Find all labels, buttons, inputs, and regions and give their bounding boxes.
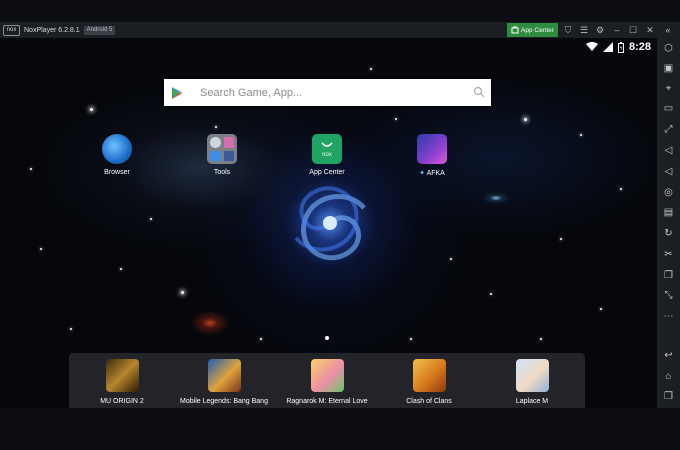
close-icon[interactable]: ✕ (643, 22, 657, 38)
camera-icon[interactable]: ◎ (662, 186, 675, 199)
app-label: App Center (309, 169, 345, 176)
volume-down-icon[interactable]: ◁ (662, 165, 675, 178)
app-center-button[interactable]: App Center (507, 23, 558, 37)
home-icon[interactable]: ⌂ (662, 370, 675, 383)
star (600, 308, 602, 310)
app-app-center[interactable]: nox App Center (297, 134, 357, 176)
menu-icon[interactable]: ☰ (577, 22, 591, 38)
app-browser[interactable]: Browser (87, 134, 147, 176)
star (90, 108, 93, 111)
resize-icon[interactable]: ⤡ (662, 289, 675, 302)
dock: MU ORIGIN 2 Mobile Legends: Bang Bang Ra… (69, 353, 585, 408)
star (395, 118, 397, 120)
android-status-bar: 8:28 (585, 40, 651, 54)
star (560, 238, 562, 240)
dock-app-ragnarok[interactable]: Ragnarok M: Eternal Love (277, 359, 377, 405)
app-label: Clash of Clans (406, 398, 452, 405)
page-background (0, 408, 680, 450)
screenshot-icon[interactable]: ▣ (662, 62, 675, 75)
app-center-label: App Center (521, 26, 554, 34)
nox-app-center-icon: nox (312, 134, 342, 164)
svg-text:nox: nox (322, 152, 332, 158)
app-tools[interactable]: Tools (192, 134, 252, 176)
nox-logo: nox (3, 24, 20, 36)
star (120, 268, 122, 270)
star (181, 291, 184, 294)
google-play-icon (172, 86, 182, 99)
star (524, 118, 527, 121)
afka-game-icon (417, 134, 447, 164)
app-label: Ragnarok M: Eternal Love (286, 398, 368, 405)
page-indicator (325, 336, 329, 340)
cut-icon[interactable]: ✂ (662, 248, 675, 261)
clock: 8:28 (628, 41, 651, 53)
star (70, 328, 72, 330)
star (215, 126, 217, 128)
star (370, 68, 372, 70)
dock-app-laplace[interactable]: Laplace M (482, 359, 582, 405)
screen-icon[interactable]: ▭ (662, 102, 675, 115)
star (540, 338, 542, 340)
fullscreen-icon[interactable]: ⤢ (662, 123, 675, 136)
battery-icon (617, 41, 624, 53)
ragnarok-icon (310, 359, 344, 392)
star (620, 188, 622, 190)
clash-of-clans-icon (412, 359, 446, 392)
search-icon[interactable] (473, 86, 485, 98)
browser-globe-icon (102, 134, 132, 164)
mobile-legends-icon (207, 359, 241, 392)
dock-app-mu-origin[interactable]: MU ORIGIN 2 (72, 359, 172, 405)
star (40, 248, 42, 250)
title-bar: nox NoxPlayer 6.2.8.1 Android 5 App Cent… (0, 22, 680, 38)
dock-app-mobile-legends[interactable]: Mobile Legends: Bang Bang (174, 359, 274, 405)
star (490, 293, 492, 295)
app-afka[interactable]: ✦ AFKA (402, 134, 462, 177)
toolbox-icon[interactable]: ▤ (662, 206, 675, 219)
app-label: Laplace M (515, 398, 549, 405)
star (410, 338, 412, 340)
multi-instance-icon[interactable]: ❐ (662, 269, 675, 282)
shirt-theme-icon[interactable]: ⛉ (561, 22, 575, 38)
gear-icon[interactable]: ⚙ (593, 22, 607, 38)
app-label: Mobile Legends: Bang Bang (180, 398, 268, 405)
search-input[interactable] (198, 85, 462, 100)
star (580, 134, 582, 136)
maximize-icon[interactable]: ☐ (626, 22, 640, 38)
star (450, 258, 452, 260)
mu-origin-icon (105, 359, 139, 392)
rotate-icon[interactable]: ↻ (662, 227, 675, 240)
signal-icon (602, 42, 613, 52)
minimize-icon[interactable]: – (610, 22, 624, 38)
star (30, 168, 32, 170)
search-bar[interactable] (164, 79, 491, 106)
android-version-badge: Android 5 (83, 25, 116, 35)
more-icon[interactable]: ⋯ (662, 310, 675, 323)
tools-folder-icon (207, 134, 237, 164)
star (150, 218, 152, 220)
right-toolbar: ⬡ ▣ ⌖ ▭ ⤢ ◁ ◁ ◎ ▤ ↻ ✂ ❐ ⤡ ⋯ ↩ ⌂ ❐ (657, 38, 680, 408)
app-label: Browser (104, 169, 130, 176)
window-title: NoxPlayer 6.2.8.1 (24, 26, 80, 34)
wifi-icon (585, 42, 598, 51)
app-label: Tools (213, 169, 231, 176)
collapse-sidebar-icon[interactable]: « (661, 22, 675, 38)
app-center-icon (511, 26, 519, 34)
galaxy-swirl (294, 186, 366, 261)
recent-apps-icon[interactable]: ❐ (662, 390, 675, 403)
download-indicator-icon: ✦ (419, 170, 427, 177)
star (260, 338, 262, 340)
hexagon-settings-icon[interactable]: ⬡ (662, 42, 675, 55)
dock-app-clash-of-clans[interactable]: Clash of Clans (379, 359, 479, 405)
volume-up-icon[interactable]: ◁ (662, 144, 675, 157)
location-icon[interactable]: ⌖ (662, 82, 675, 95)
app-label: MU ORIGIN 2 (100, 398, 144, 405)
laplace-icon (515, 359, 549, 392)
back-icon[interactable]: ↩ (662, 349, 675, 362)
android-home-screen: 8:28 Browser Tools nox App Center (0, 38, 657, 408)
app-label: ✦ AFKA (419, 170, 445, 177)
